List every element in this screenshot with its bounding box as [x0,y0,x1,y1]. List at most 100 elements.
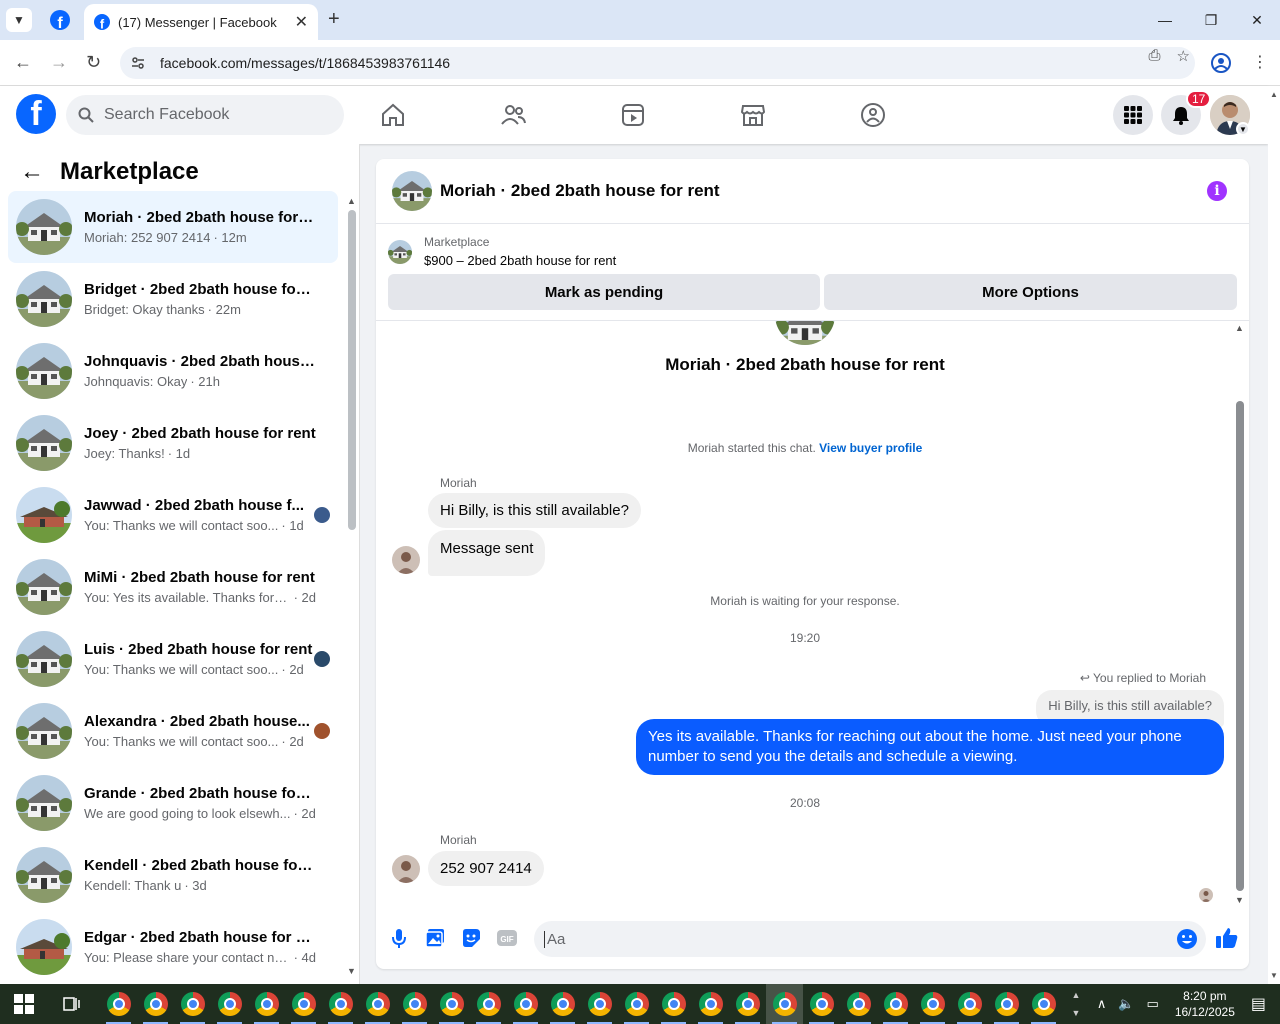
chrome-taskbar-icon[interactable] [544,984,581,1024]
task-view-icon[interactable] [62,995,80,1013]
chat-title[interactable]: Moriah · 2bed 2bath house for rent [440,181,720,201]
restore-icon[interactable]: ❐ [1188,0,1234,40]
chrome-taskbar-icon[interactable] [359,984,396,1024]
conversation-item[interactable]: Moriah · 2bed 2bath house for r... Moria… [8,191,338,263]
conversation-item[interactable]: Alexandra · 2bed 2bath house... You: Tha… [8,695,338,767]
friends-icon[interactable] [500,102,526,128]
sidebar-scroll-up[interactable]: ▲ [347,196,356,206]
outgoing-message[interactable]: Yes its available. Thanks for reaching o… [636,719,1224,775]
conversation-item[interactable]: Luis · 2bed 2bath house for rent You: Th… [8,623,338,695]
page-scrollbar[interactable]: ▲ ▼ [1268,86,1280,984]
back-arrow-icon[interactable]: ← [20,158,44,186]
chrome-taskbar-icon[interactable] [803,984,840,1024]
address-bar[interactable]: facebook.com/messages/t/1868453983761146 [120,47,1195,79]
reload-icon[interactable]: ↻ [86,52,101,73]
chrome-taskbar-icon[interactable] [1025,984,1062,1024]
tab-close-icon[interactable]: ✕ [295,12,308,32]
network-icon[interactable]: ▭ [1147,996,1159,1012]
scroll-down-arrow[interactable]: ▼ [1270,971,1278,980]
close-window-icon[interactable]: ✕ [1234,0,1280,40]
conversation-item[interactable]: Bridget · 2bed 2bath house for r... Brid… [8,263,338,335]
sidebar-scroll-down[interactable]: ▼ [347,966,356,976]
chat-scroll-up[interactable]: ▲ [1235,323,1244,333]
chrome-taskbar-icon[interactable] [581,984,618,1024]
conversation-item[interactable]: Kendell · 2bed 2bath house for r... Kend… [8,839,338,911]
chrome-taskbar-icon[interactable] [951,984,988,1024]
system-clock[interactable]: 8:20 pm 16/12/2025 [1175,988,1235,1020]
chrome-taskbar-icon[interactable] [618,984,655,1024]
browser-menu-icon[interactable]: ⋮ [1252,52,1268,72]
chrome-taskbar-icon[interactable] [137,984,174,1024]
forward-icon[interactable]: → [50,52,68,73]
chrome-taskbar-icon[interactable] [470,984,507,1024]
site-info-icon[interactable] [130,55,146,71]
conversation-item[interactable]: MiMi · 2bed 2bath house for rent You: Ye… [8,551,338,623]
chrome-taskbar-icon[interactable] [877,984,914,1024]
chrome-taskbar-icon[interactable] [914,984,951,1024]
chrome-taskbar-icon[interactable] [322,984,359,1024]
chrome-taskbar-icon[interactable] [174,984,211,1024]
conversation-item[interactable]: Edgar · 2bed 2bath house for rent You: P… [8,911,338,983]
bookmark-star-icon[interactable]: ☆ [1177,47,1190,65]
chat-avatar[interactable] [392,171,432,211]
menu-grid-button[interactable] [1113,95,1153,135]
chrome-taskbar-icon[interactable] [729,984,766,1024]
new-tab-button[interactable]: + [328,8,340,31]
info-icon[interactable]: i [1207,181,1227,201]
chrome-taskbar-icon[interactable] [211,984,248,1024]
marketplace-icon[interactable] [740,102,766,128]
chrome-taskbar-icon[interactable] [692,984,729,1024]
groups-icon[interactable] [860,102,886,128]
chrome-taskbar-icon[interactable] [840,984,877,1024]
chrome-taskbar-icon[interactable] [655,984,692,1024]
thumbs-up-icon[interactable] [1215,926,1239,950]
conversation-item[interactable]: Johnquavis · 2bed 2bath house f... Johnq… [8,335,338,407]
show-hidden-icons-icon[interactable]: ∧ [1097,996,1107,1012]
chat-scrollbar[interactable]: ▲ ▼ [1235,323,1245,905]
view-buyer-profile-link[interactable]: View buyer profile [819,441,922,455]
notifications-center-icon[interactable]: ▤ [1251,994,1266,1014]
tab-search-button[interactable]: ▼ [6,8,32,32]
sidebar-scroll-thumb[interactable] [348,210,356,530]
emoji-icon[interactable] [1176,928,1198,950]
chrome-taskbar-icon[interactable] [248,984,285,1024]
sidebar-scrollbar[interactable]: ▲ ▼ [346,196,356,976]
search-input[interactable] [104,106,324,124]
facebook-logo[interactable]: f [16,94,56,134]
message-input-box[interactable] [534,921,1206,957]
incoming-message[interactable]: 252 907 2414 [428,851,544,886]
sticker-icon[interactable] [460,927,482,949]
conversation-item[interactable]: Joey · 2bed 2bath house for rent Joey: T… [8,407,338,479]
chrome-taskbar-icon[interactable] [766,984,803,1024]
volume-icon[interactable]: 🔈 [1118,996,1134,1012]
chrome-taskbar-icon[interactable] [100,984,137,1024]
browser-profile-icon[interactable] [1210,52,1232,74]
chrome-taskbar-icon[interactable] [507,984,544,1024]
facebook-pinned-tab-icon[interactable]: f [50,10,70,35]
account-chevron-icon[interactable]: ▼ [1236,122,1250,136]
photo-icon[interactable] [424,927,446,949]
taskbar-overflow-scroller[interactable]: ▲ ▼ [1068,986,1084,1022]
incoming-message[interactable]: Hi Billy, is this still available? [428,493,641,528]
chrome-taskbar-icon[interactable] [433,984,470,1024]
mark-as-pending-button[interactable]: Mark as pending [388,274,820,310]
message-input[interactable] [544,930,1144,948]
chat-scroll-thumb[interactable] [1236,401,1244,891]
more-options-button[interactable]: More Options [824,274,1237,310]
incoming-message[interactable]: Message sent [428,530,546,576]
chrome-taskbar-icon[interactable] [396,984,433,1024]
chrome-taskbar-icon[interactable] [988,984,1025,1024]
scroll-up-arrow[interactable]: ▲ [1270,90,1278,99]
minimize-icon[interactable]: — [1142,0,1188,40]
chrome-taskbar-icon[interactable] [285,984,322,1024]
gif-icon[interactable]: GIF [496,927,518,949]
install-app-icon[interactable]: ⎙ [1149,47,1161,65]
marketplace-listing-card[interactable]: Marketplace $900 – 2bed 2bath house for … [388,235,616,268]
back-icon[interactable]: ← [14,52,32,73]
conversation-item[interactable]: Jawwad · 2bed 2bath house f... You: Than… [8,479,338,551]
conversation-item[interactable]: Grande · 2bed 2bath house for r... We ar… [8,767,338,839]
video-icon[interactable] [620,102,646,128]
microphone-icon[interactable] [388,927,410,949]
chat-scroll-down[interactable]: ▼ [1235,895,1244,905]
windows-start-icon[interactable] [14,994,34,1014]
